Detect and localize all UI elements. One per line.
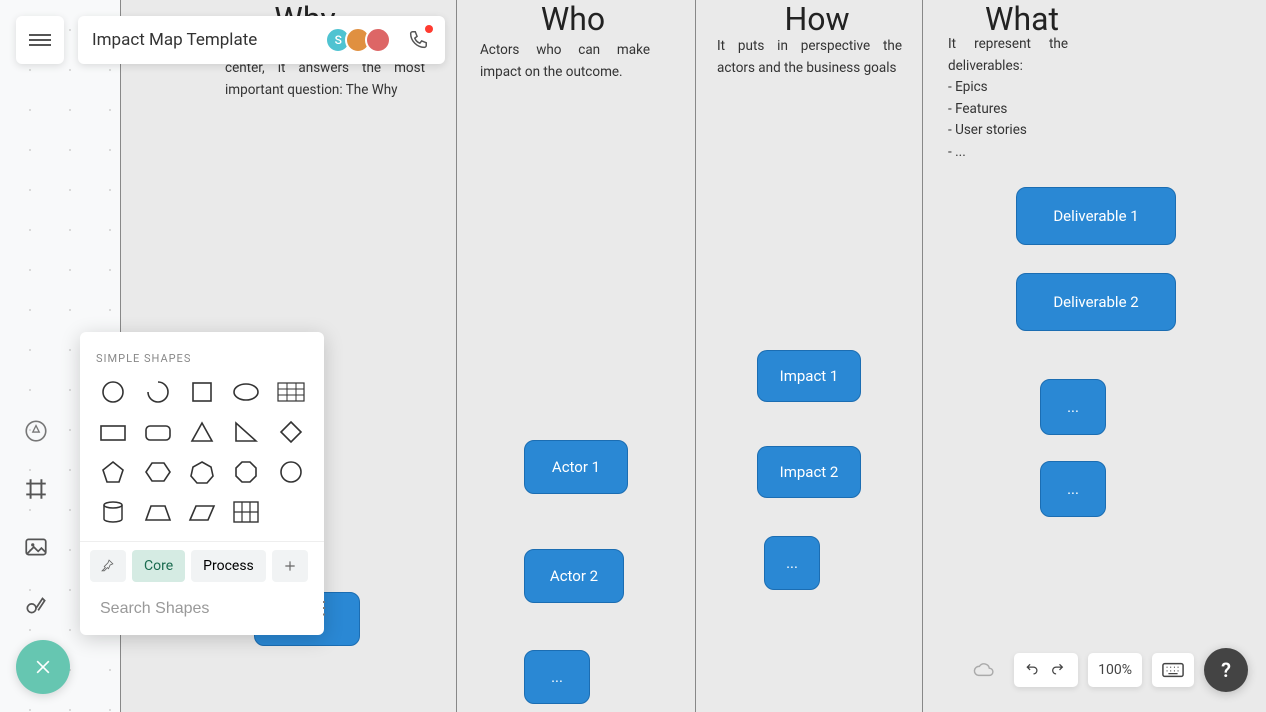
node-actor-1[interactable]: Actor 1 bbox=[524, 440, 628, 494]
node-impact-1[interactable]: Impact 1 bbox=[757, 350, 861, 402]
node-deliverable-2[interactable]: Deliverable 2 bbox=[1016, 273, 1176, 331]
image-tool-button[interactable] bbox=[20, 531, 52, 563]
plus-icon bbox=[283, 559, 297, 573]
shape-table[interactable] bbox=[272, 377, 310, 407]
column-divider bbox=[456, 0, 457, 712]
zoom-level[interactable]: 100% bbox=[1088, 653, 1142, 687]
call-button[interactable] bbox=[405, 27, 431, 53]
shapes-icon bbox=[23, 418, 49, 444]
shape-square[interactable] bbox=[183, 377, 221, 407]
shape-circle[interactable] bbox=[94, 377, 132, 407]
frame-tool-button[interactable] bbox=[20, 473, 52, 505]
cloud-icon bbox=[972, 661, 994, 679]
freehand-tool-button[interactable] bbox=[20, 589, 52, 621]
column-divider bbox=[922, 0, 923, 712]
freehand-icon bbox=[23, 592, 49, 618]
image-icon bbox=[23, 534, 49, 560]
shape-triangle[interactable] bbox=[183, 417, 221, 447]
node-impact-2[interactable]: Impact 2 bbox=[757, 446, 861, 498]
node-deliverable-3[interactable]: ... bbox=[1040, 379, 1106, 435]
hamburger-icon bbox=[29, 31, 51, 49]
column-title-what: What bbox=[985, 0, 1059, 38]
add-tab-button[interactable] bbox=[272, 550, 308, 582]
shapes-tool-button[interactable] bbox=[20, 415, 52, 447]
cloud-sync-button[interactable] bbox=[962, 653, 1004, 687]
node-impact-3[interactable]: ... bbox=[764, 536, 820, 590]
shape-decagon[interactable] bbox=[272, 457, 310, 487]
avatar-stack[interactable]: S bbox=[331, 27, 391, 53]
node-actor-3[interactable]: ... bbox=[524, 650, 590, 704]
close-fab-button[interactable] bbox=[16, 640, 70, 694]
shape-hexagon[interactable] bbox=[138, 457, 176, 487]
shape-grid[interactable] bbox=[227, 497, 265, 527]
shape-pentagon[interactable] bbox=[94, 457, 132, 487]
keyboard-button[interactable] bbox=[1152, 653, 1194, 687]
title-bar: Impact Map Template S bbox=[78, 16, 445, 64]
shape-heptagon[interactable] bbox=[183, 457, 221, 487]
search-shapes-input[interactable] bbox=[100, 600, 307, 618]
column-divider bbox=[695, 0, 696, 712]
pin-icon bbox=[100, 558, 116, 574]
column-title-who: Who bbox=[541, 0, 605, 38]
shape-rectangle[interactable] bbox=[94, 417, 132, 447]
more-options-button[interactable]: ⋮ bbox=[315, 598, 333, 619]
close-icon bbox=[33, 657, 53, 677]
phone-icon bbox=[407, 29, 429, 51]
shape-diamond[interactable] bbox=[272, 417, 310, 447]
shape-right-triangle[interactable] bbox=[227, 417, 265, 447]
column-desc-what: It represent the deliverables: - Epics -… bbox=[948, 34, 1068, 164]
undo-button[interactable] bbox=[1024, 662, 1042, 678]
keyboard-icon bbox=[1162, 662, 1184, 678]
column-desc-how: It puts in perspective the actors and th… bbox=[717, 36, 902, 79]
undo-redo-controls bbox=[1014, 653, 1078, 687]
help-button[interactable]: ? bbox=[1204, 648, 1248, 692]
redo-button[interactable] bbox=[1050, 662, 1068, 678]
pin-tab[interactable] bbox=[90, 550, 126, 582]
frame-icon bbox=[23, 476, 49, 502]
shape-parallelogram[interactable] bbox=[183, 497, 221, 527]
avatar[interactable] bbox=[365, 27, 391, 53]
panel-heading: SIMPLE SHAPES bbox=[80, 352, 324, 377]
node-deliverable-1[interactable]: Deliverable 1 bbox=[1016, 187, 1176, 245]
document-title[interactable]: Impact Map Template bbox=[92, 30, 317, 50]
node-deliverable-4[interactable]: ... bbox=[1040, 461, 1106, 517]
node-actor-2[interactable]: Actor 2 bbox=[524, 549, 624, 603]
column-desc-who: Actors who can make impact on the outcom… bbox=[480, 40, 650, 83]
tab-core[interactable]: Core bbox=[132, 550, 185, 582]
shape-rounded-rect[interactable] bbox=[138, 417, 176, 447]
column-desc-why: center, it answers the most important qu… bbox=[225, 58, 425, 101]
shape-cylinder[interactable] bbox=[94, 497, 132, 527]
shape-empty bbox=[272, 497, 310, 527]
shape-trapezoid[interactable] bbox=[138, 497, 176, 527]
shapes-panel: SIMPLE SHAPES Core Process bbox=[80, 332, 324, 635]
tab-process[interactable]: Process bbox=[191, 550, 266, 582]
shape-ellipse[interactable] bbox=[227, 377, 265, 407]
shape-arc[interactable] bbox=[138, 377, 176, 407]
shape-octagon[interactable] bbox=[227, 457, 265, 487]
menu-button[interactable] bbox=[16, 16, 64, 64]
column-title-how: How bbox=[784, 0, 849, 38]
